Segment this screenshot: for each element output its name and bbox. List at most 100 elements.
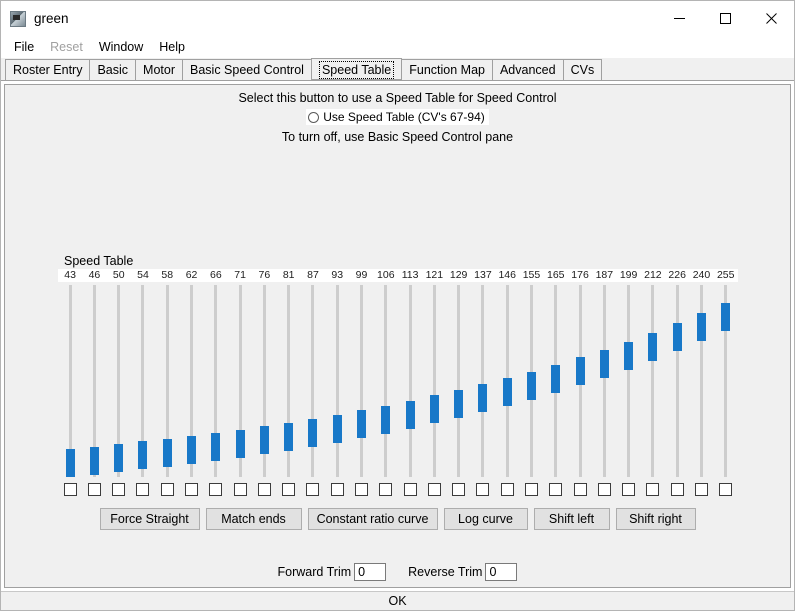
- speed-step-checkbox[interactable]: [257, 483, 271, 496]
- tab-function-map[interactable]: Function Map: [401, 59, 493, 80]
- speed-step-slider[interactable]: [519, 283, 543, 479]
- speed-step-slider[interactable]: [495, 283, 519, 479]
- tab-basic[interactable]: Basic: [89, 59, 137, 80]
- slider-thumb[interactable]: [308, 418, 318, 447]
- slider-thumb[interactable]: [138, 441, 148, 470]
- slider-thumb[interactable]: [672, 322, 682, 351]
- tab-basic-speed-control[interactable]: Basic Speed Control: [182, 59, 312, 80]
- speed-step-slider[interactable]: [228, 283, 252, 479]
- slider-thumb[interactable]: [696, 313, 706, 342]
- slider-thumb[interactable]: [575, 357, 585, 386]
- speed-step-slider[interactable]: [592, 283, 616, 479]
- speed-step-slider[interactable]: [398, 283, 422, 479]
- speed-step-slider[interactable]: [204, 283, 228, 479]
- shift-right-button[interactable]: Shift right: [615, 508, 696, 530]
- minimize-icon[interactable]: [656, 1, 702, 36]
- speed-step-checkbox[interactable]: [209, 483, 223, 496]
- speed-step-slider[interactable]: [544, 283, 568, 479]
- speed-step-checkbox[interactable]: [306, 483, 320, 496]
- speed-step-checkbox[interactable]: [646, 483, 660, 496]
- speed-step-slider[interactable]: [107, 283, 131, 479]
- speed-step-checkbox[interactable]: [573, 483, 587, 496]
- slider-thumb[interactable]: [454, 389, 464, 418]
- speed-step-checkbox[interactable]: [452, 483, 466, 496]
- speed-step-slider[interactable]: [471, 283, 495, 479]
- speed-step-checkbox[interactable]: [719, 483, 733, 496]
- slider-thumb[interactable]: [648, 332, 658, 361]
- speed-step-checkbox[interactable]: [500, 483, 514, 496]
- speed-step-slider[interactable]: [155, 283, 179, 479]
- shift-left-button[interactable]: Shift left: [533, 508, 610, 530]
- speed-step-slider[interactable]: [374, 283, 398, 479]
- slider-thumb[interactable]: [187, 435, 197, 464]
- speed-step-checkbox[interactable]: [597, 483, 611, 496]
- speed-step-checkbox[interactable]: [427, 483, 441, 496]
- slider-thumb[interactable]: [502, 378, 512, 407]
- slider-thumb[interactable]: [114, 444, 124, 473]
- slider-thumb[interactable]: [624, 341, 634, 370]
- speed-step-slider[interactable]: [349, 283, 373, 479]
- match-ends-button[interactable]: Match ends: [205, 508, 302, 530]
- speed-step-slider[interactable]: [616, 283, 640, 479]
- speed-step-slider[interactable]: [277, 283, 301, 479]
- menu-item-window[interactable]: Window: [91, 38, 151, 56]
- tab-motor[interactable]: Motor: [135, 59, 183, 80]
- slider-thumb[interactable]: [259, 426, 269, 455]
- speed-step-checkbox[interactable]: [549, 483, 563, 496]
- slider-thumb[interactable]: [89, 446, 99, 475]
- tab-speed-table[interactable]: Speed Table: [310, 58, 403, 80]
- slider-thumb[interactable]: [721, 303, 731, 331]
- speed-step-slider[interactable]: [179, 283, 203, 479]
- speed-step-slider[interactable]: [447, 283, 471, 479]
- speed-step-checkbox[interactable]: [524, 483, 538, 496]
- speed-step-checkbox[interactable]: [694, 483, 708, 496]
- speed-step-slider[interactable]: [325, 283, 349, 479]
- speed-step-checkbox[interactable]: [185, 483, 199, 496]
- speed-step-slider[interactable]: [665, 283, 689, 479]
- speed-step-slider[interactable]: [568, 283, 592, 479]
- forward-trim-input[interactable]: [354, 563, 387, 581]
- maximize-icon[interactable]: [702, 1, 748, 36]
- speed-step-checkbox[interactable]: [622, 483, 636, 496]
- slider-thumb[interactable]: [357, 410, 367, 439]
- speed-step-slider[interactable]: [58, 283, 82, 479]
- speed-step-slider[interactable]: [714, 283, 738, 479]
- close-icon[interactable]: [748, 1, 794, 36]
- slider-thumb[interactable]: [551, 364, 561, 393]
- constant-ratio-curve-button[interactable]: Constant ratio curve: [307, 508, 438, 530]
- speed-step-slider[interactable]: [301, 283, 325, 479]
- speed-step-checkbox[interactable]: [476, 483, 490, 496]
- slider-thumb[interactable]: [478, 384, 488, 413]
- tab-roster-entry[interactable]: Roster Entry: [5, 59, 91, 80]
- speed-step-checkbox[interactable]: [282, 483, 296, 496]
- speed-step-checkbox[interactable]: [63, 483, 77, 496]
- speed-step-slider[interactable]: [82, 283, 106, 479]
- menu-item-file[interactable]: File: [6, 38, 42, 56]
- slider-thumb[interactable]: [405, 400, 415, 429]
- speed-step-checkbox[interactable]: [355, 483, 369, 496]
- speed-step-slider[interactable]: [131, 283, 155, 479]
- slider-thumb[interactable]: [211, 433, 221, 462]
- speed-step-slider[interactable]: [252, 283, 276, 479]
- reverse-trim-input[interactable]: [485, 563, 518, 581]
- speed-step-checkbox[interactable]: [403, 483, 417, 496]
- speed-step-checkbox[interactable]: [233, 483, 247, 496]
- speed-step-checkbox[interactable]: [330, 483, 344, 496]
- slider-thumb[interactable]: [526, 371, 536, 400]
- slider-thumb[interactable]: [599, 349, 609, 378]
- speed-step-checkbox[interactable]: [112, 483, 126, 496]
- use-speed-table-radio[interactable]: Use Speed Table (CV's 67-94): [306, 109, 489, 125]
- slider-thumb[interactable]: [429, 395, 439, 424]
- speed-step-checkbox[interactable]: [87, 483, 101, 496]
- slider-thumb[interactable]: [65, 449, 75, 477]
- slider-thumb[interactable]: [381, 405, 391, 434]
- log-curve-button[interactable]: Log curve: [443, 508, 528, 530]
- tab-advanced[interactable]: Advanced: [491, 59, 564, 80]
- tab-cvs[interactable]: CVs: [562, 59, 603, 80]
- speed-step-checkbox[interactable]: [670, 483, 684, 496]
- force-straight-button[interactable]: Force Straight: [99, 508, 200, 530]
- slider-thumb[interactable]: [162, 438, 172, 467]
- speed-step-slider[interactable]: [689, 283, 713, 479]
- speed-step-checkbox[interactable]: [136, 483, 150, 496]
- slider-thumb[interactable]: [284, 422, 294, 451]
